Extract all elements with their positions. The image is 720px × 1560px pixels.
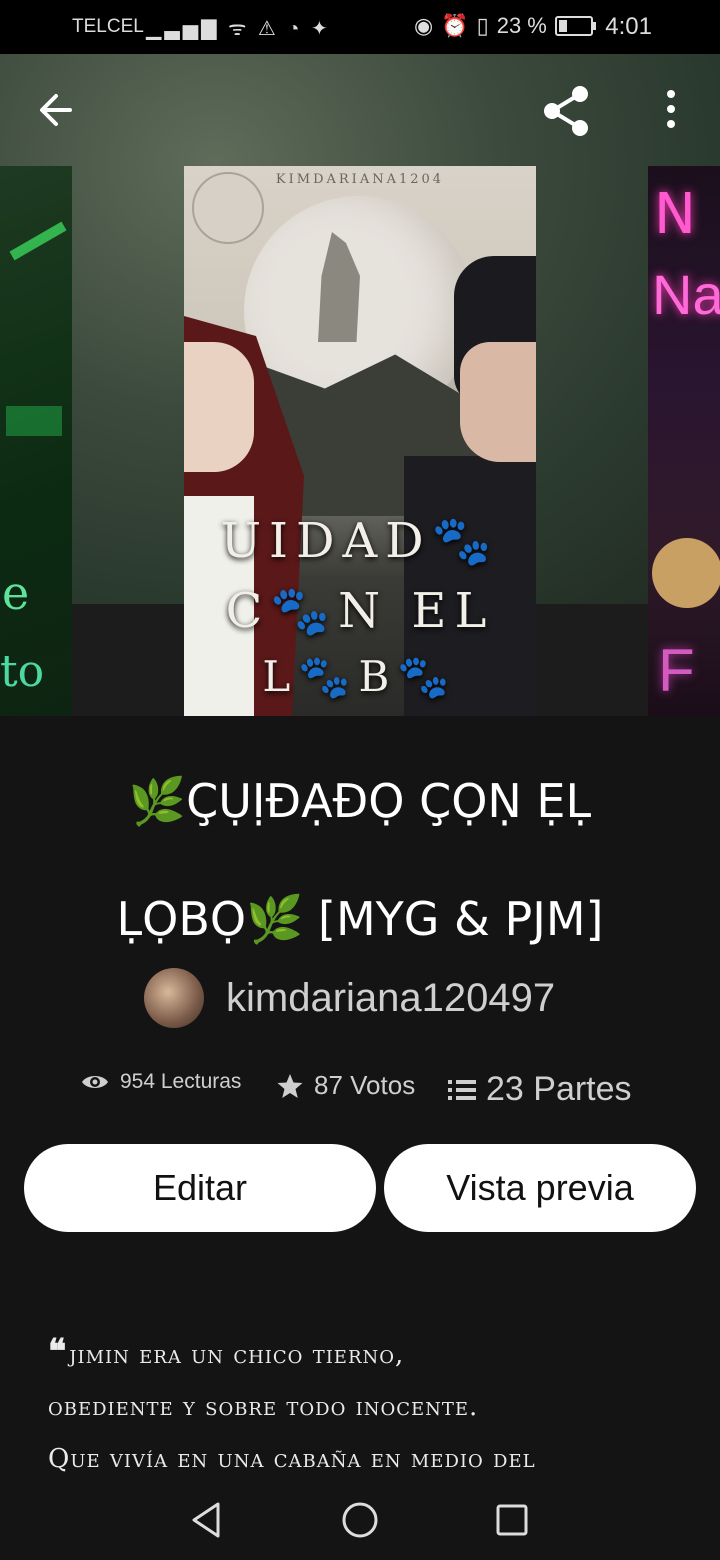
cover-text: e: [2, 566, 30, 620]
cover-decor: [9, 221, 67, 261]
author-name[interactable]: kimdariana120497: [226, 976, 555, 1021]
cover-text: N: [654, 182, 696, 247]
star-icon: [277, 1073, 303, 1098]
nav-home-button[interactable]: [340, 1500, 380, 1540]
votes-stat: 87 Votos: [276, 1070, 415, 1101]
nav-back-button[interactable]: [188, 1500, 224, 1540]
square-recents-icon: [496, 1504, 528, 1536]
cover-text: to: [0, 646, 45, 697]
preview-button[interactable]: Vista previa: [384, 1144, 696, 1232]
cover-title-line3: L🐾B🐾: [262, 652, 458, 701]
alarm-icon: ⏰: [441, 13, 469, 38]
reads-count: 954 Lecturas: [120, 1070, 242, 1093]
reads-stat: 954 Lecturas: [80, 1070, 241, 1094]
battery-percent: 23 %: [496, 13, 547, 38]
circle-home-icon: [342, 1502, 378, 1538]
cover-top-text: KIMDARIANA1204: [275, 172, 445, 187]
eye-icon: [82, 1076, 108, 1088]
back-button[interactable]: [34, 88, 78, 132]
edit-button[interactable]: Editar: [24, 1144, 376, 1232]
votes-count: 87 Votos: [314, 1070, 416, 1100]
previous-story-cover[interactable]: e to: [0, 166, 72, 716]
status-bar: TELCEL ▁▃▅▇ ᯤ ⚠ ◔ ✦ ◉ ⏰ ▯ 23 % 4:01: [0, 0, 720, 54]
next-story-cover[interactable]: N Na F: [648, 166, 720, 716]
story-stats: 954 Lecturas 87 Votos 23 Partes: [80, 1064, 680, 1114]
nav-recents-button[interactable]: [494, 1502, 530, 1538]
share-button[interactable]: [540, 84, 594, 138]
cover-face-left: [184, 342, 254, 472]
cover-title-line1: UIDAD🐾: [220, 513, 500, 569]
author-row[interactable]: kimdariana120497: [144, 968, 555, 1028]
cover-text: Na: [652, 263, 720, 326]
description-line-text: jimin era un chico tierno,: [69, 1340, 405, 1370]
description-line: obediente y sobre todo inocente.: [48, 1392, 479, 1422]
description-line: ❝jimin era un chico tierno,: [48, 1326, 688, 1381]
cover-decor: [6, 406, 62, 436]
list-icon: [448, 1079, 476, 1100]
award-badge: [652, 538, 720, 608]
battery-icon: [554, 16, 596, 36]
parts-count: 23 Partes: [486, 1070, 632, 1108]
story-title-line1: 🌿ÇỤỊĐẠĐỌ ÇỌṆ ẸḶ: [128, 774, 592, 828]
story-cover[interactable]: KIMDARIANA1204 UIDAD🐾 C🐾N EL L🐾B🐾: [184, 166, 536, 716]
story-description: ❝jimin era un chico tierno, obediente y …: [48, 1326, 688, 1485]
signal-icons: ▁▃▅▇ ᯤ ⚠ ◔ ✦: [146, 18, 331, 40]
more-options-button[interactable]: [656, 88, 686, 132]
system-nav-bar: [0, 1476, 720, 1560]
clock: 4:01: [605, 13, 652, 40]
more-vertical-icon: [667, 90, 675, 128]
status-right-icons: ◉ ⏰ ▯ 23 %: [414, 13, 596, 39]
cover-face-right: [460, 342, 536, 462]
avatar[interactable]: [144, 968, 204, 1028]
triangle-back-icon: [192, 1502, 220, 1538]
story-title-line2: ḶỌBỌ🌿 [MYG & PJM]: [116, 892, 604, 946]
cover-text: F: [658, 637, 695, 704]
eye-status-icon: ◉: [414, 13, 434, 38]
carrier-label: TELCEL: [72, 16, 144, 37]
vibrate-icon: ▯: [476, 13, 489, 38]
arrow-left-icon: [40, 94, 72, 126]
parts-stat: 23 Partes: [448, 1070, 632, 1109]
cover-title-line2: C🐾N EL: [225, 583, 495, 639]
quote-icon: ❝: [48, 1332, 68, 1372]
story-title: 🌿ÇỤỊĐẠĐỌ ÇỌṆ ẸḶ ḶỌBỌ🌿 [MYG & PJM]: [40, 742, 680, 978]
share-icon: [544, 86, 588, 136]
